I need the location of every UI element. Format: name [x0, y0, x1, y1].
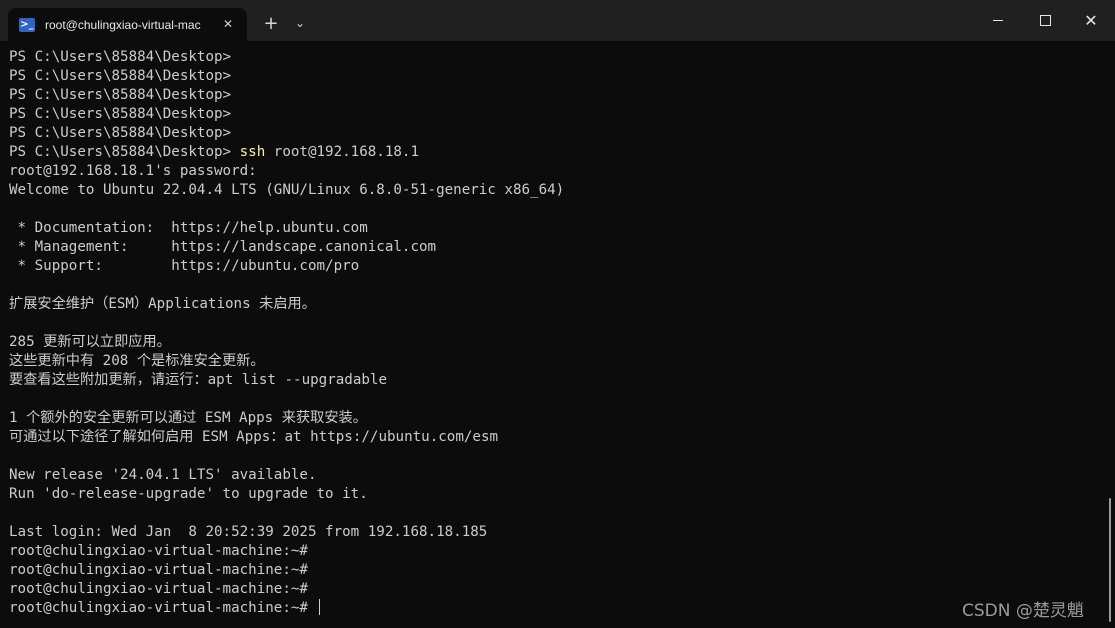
- terminal-line-text: Last login: Wed Jan 8 20:52:39 2025 from…: [9, 524, 488, 540]
- terminal-line-text: root@chulingxiao-virtual-machine:~#: [9, 543, 308, 559]
- maximize-button[interactable]: [1022, 0, 1068, 41]
- terminal-line: PS C:\Users\85884\Desktop>: [9, 124, 1095, 143]
- terminal-line-text: 要查看这些附加更新，请运行：apt list --upgradable: [9, 372, 387, 388]
- terminal-line: New release '24.04.1 LTS' available.: [9, 466, 1095, 485]
- terminal-line-text: root@chulingxiao-virtual-machine:~#: [9, 581, 308, 597]
- scrollbar[interactable]: [1109, 498, 1111, 622]
- terminal-line: root@chulingxiao-virtual-machine:~#: [9, 561, 1095, 580]
- maximize-icon: [1039, 15, 1051, 26]
- terminal-line-text: PS C:\Users\85884\Desktop>: [9, 68, 232, 84]
- terminal-line-text: 285 更新可以立即应用。: [9, 334, 171, 350]
- terminal-line: Run 'do-release-upgrade' to upgrade to i…: [9, 485, 1095, 504]
- terminal-line-text: 可通过以下途径了解如何启用 ESM Apps：at https://ubuntu…: [9, 429, 499, 445]
- terminal-line-text: New release '24.04.1 LTS' available.: [9, 467, 317, 483]
- tab-dropdown-button[interactable]: ⌄: [287, 10, 313, 36]
- terminal-line: root@192.168.18.1's password:: [9, 162, 1095, 181]
- terminal-output[interactable]: PS C:\Users\85884\Desktop> PS C:\Users\85…: [9, 48, 1095, 628]
- terminal-line-text: root@192.168.18.1's password:: [9, 163, 257, 179]
- text-cursor: [318, 599, 320, 615]
- tab-title: root@chulingxiao-virtual-mac: [45, 17, 201, 32]
- terminal-line: PS C:\Users\85884\Desktop>: [9, 67, 1095, 86]
- terminal-line-text: 这些更新中有 208 个是标准安全更新。: [9, 353, 265, 369]
- terminal-line-text: PS C:\Users\85884\Desktop>: [9, 106, 232, 122]
- terminal-line-text: * Documentation: https://help.ubuntu.com: [9, 220, 368, 236]
- terminal-line-text: root@chulingxiao-virtual-machine:~#: [9, 562, 308, 578]
- command-arguments: root@192.168.18.1: [265, 144, 419, 160]
- terminal-line: 1 个额外的安全更新可以通过 ESM Apps 来获取安装。: [9, 409, 1095, 428]
- title-bar: >_ root@chulingxiao-virtual-mac ✕ + ⌄ ✕: [0, 0, 1115, 41]
- new-tab-button[interactable]: +: [258, 10, 284, 36]
- powershell-icon: >_: [19, 17, 35, 32]
- command-keyword: ssh: [239, 144, 266, 160]
- terminal-window: >_ root@chulingxiao-virtual-mac ✕ + ⌄ ✕ …: [0, 0, 1115, 628]
- minimize-icon: [993, 20, 1003, 21]
- terminal-line: PS C:\Users\85884\Desktop> ssh root@192.…: [9, 143, 1095, 162]
- terminal-line-text: Run 'do-release-upgrade' to upgrade to i…: [9, 486, 368, 502]
- terminal-line-text: * Management: https://landscape.canonica…: [9, 239, 437, 255]
- terminal-line: root@chulingxiao-virtual-machine:~#: [9, 542, 1095, 561]
- terminal-line: PS C:\Users\85884\Desktop>: [9, 105, 1095, 124]
- terminal-line-text: 1 个额外的安全更新可以通过 ESM Apps 来获取安装。: [9, 410, 367, 426]
- minimize-button[interactable]: [975, 0, 1021, 41]
- terminal-line: root@chulingxiao-virtual-machine:~#: [9, 599, 1095, 618]
- terminal-line-text: root@chulingxiao-virtual-machine:~#: [9, 600, 317, 616]
- close-window-button[interactable]: ✕: [1068, 0, 1114, 41]
- terminal-line: * Support: https://ubuntu.com/pro: [9, 257, 1095, 276]
- terminal-line-text: Welcome to Ubuntu 22.04.4 LTS (GNU/Linux…: [9, 182, 565, 198]
- terminal-line: Last login: Wed Jan 8 20:52:39 2025 from…: [9, 523, 1095, 542]
- watermark: CSDN @楚灵魈: [962, 601, 1084, 621]
- terminal-line: PS C:\Users\85884\Desktop>: [9, 48, 1095, 67]
- terminal-line-text: PS C:\Users\85884\Desktop>: [9, 87, 232, 103]
- terminal-line: Welcome to Ubuntu 22.04.4 LTS (GNU/Linux…: [9, 181, 1095, 200]
- terminal-line: * Documentation: https://help.ubuntu.com: [9, 219, 1095, 238]
- terminal-line: * Management: https://landscape.canonica…: [9, 238, 1095, 257]
- terminal-line: 可通过以下途径了解如何启用 ESM Apps：at https://ubuntu…: [9, 428, 1095, 447]
- terminal-line-text: PS C:\Users\85884\Desktop>: [9, 144, 240, 160]
- terminal-line-text: PS C:\Users\85884\Desktop>: [9, 49, 232, 65]
- terminal-line: PS C:\Users\85884\Desktop>: [9, 86, 1095, 105]
- terminal-line-text: * Support: https://ubuntu.com/pro: [9, 258, 360, 274]
- terminal-line: 要查看这些附加更新，请运行：apt list --upgradable: [9, 371, 1095, 390]
- terminal-line-text: PS C:\Users\85884\Desktop>: [9, 125, 232, 141]
- terminal-line: 这些更新中有 208 个是标准安全更新。: [9, 352, 1095, 371]
- terminal-line-text: 扩展安全维护（ESM）Applications 未启用。: [9, 296, 316, 312]
- tab-ssh-session[interactable]: >_ root@chulingxiao-virtual-mac ✕: [8, 8, 247, 41]
- terminal-line: 285 更新可以立即应用。: [9, 333, 1095, 352]
- close-tab-icon[interactable]: ✕: [219, 15, 237, 33]
- terminal-line: 扩展安全维护（ESM）Applications 未启用。: [9, 295, 1095, 314]
- terminal-line: root@chulingxiao-virtual-machine:~#: [9, 580, 1095, 599]
